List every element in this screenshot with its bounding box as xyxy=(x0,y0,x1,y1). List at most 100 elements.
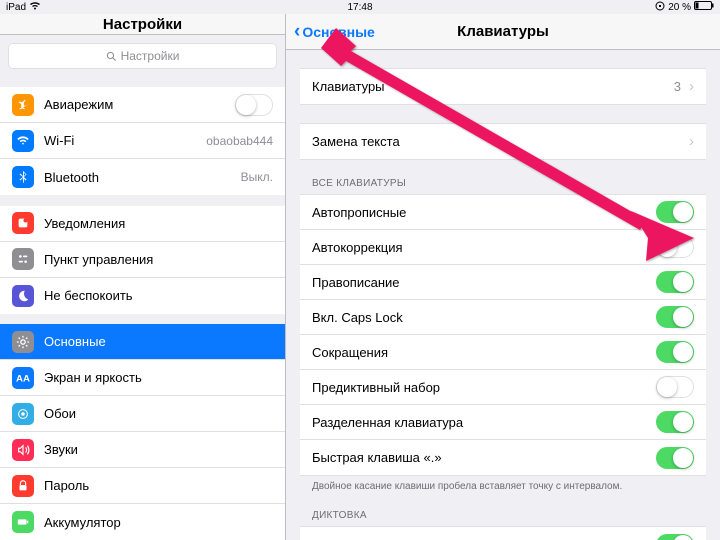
display-icon: AA xyxy=(12,367,34,389)
toggle-row[interactable]: Предиктивный набор xyxy=(300,370,706,405)
sidebar-item-battery[interactable]: Аккумулятор xyxy=(0,504,285,540)
row-label: Предиктивный набор xyxy=(312,380,656,395)
sidebar-item-label: Аккумулятор xyxy=(44,515,273,530)
toggle-row[interactable]: Включить диктовку xyxy=(300,527,706,540)
orientation-lock-icon xyxy=(655,1,665,14)
sidebar-item-wifi[interactable]: Wi-Fi obaobab444 xyxy=(0,123,285,159)
toggle-row[interactable]: Вкл. Caps Lock xyxy=(300,300,706,335)
notifications-icon xyxy=(12,212,34,234)
bluetooth-value: Выкл. xyxy=(241,170,273,184)
sidebar-item-label: Пароль xyxy=(44,478,273,493)
sidebar-item-display[interactable]: AA Экран и яркость xyxy=(0,360,285,396)
row-label: Автокоррекция xyxy=(312,240,656,255)
battery-icon xyxy=(694,1,714,13)
sidebar-item-wallpaper[interactable]: Обои xyxy=(0,396,285,432)
sidebar-item-label: Пункт управления xyxy=(44,252,273,267)
dnd-icon xyxy=(12,285,34,307)
back-button[interactable]: ‹ Основные xyxy=(294,22,375,41)
control-center-icon xyxy=(12,248,34,270)
sidebar-item-dnd[interactable]: Не беспокоить xyxy=(0,278,285,314)
sidebar-item-label: Основные xyxy=(44,334,273,349)
sidebar-item-label: Уведомления xyxy=(44,216,273,231)
passcode-icon xyxy=(12,475,34,497)
search-input[interactable]: Настройки xyxy=(8,43,277,69)
detail-body[interactable]: Клавиатуры 3 › Замена текста › ВСЕ КЛАВИ… xyxy=(286,50,720,540)
sidebar-item-label: Bluetooth xyxy=(44,170,231,185)
wifi-icon xyxy=(12,130,34,152)
row-keyboards[interactable]: Клавиатуры 3 › xyxy=(300,69,706,104)
sidebar-group-general: Основные AA Экран и яркость Обои Звуки П… xyxy=(0,324,285,540)
sidebar-group-connectivity: Авиарежим Wi-Fi obaobab444 Bluetooth Вык… xyxy=(0,87,285,195)
toggle-row[interactable]: Разделенная клавиатура xyxy=(300,405,706,440)
row-label: Разделенная клавиатура xyxy=(312,415,656,430)
toggle[interactable] xyxy=(656,534,694,540)
all-keyboards-list: Автопрописные Автокоррекция Правописание Вк… xyxy=(300,194,706,476)
toggle-row[interactable]: Автопрописные xyxy=(300,195,706,230)
sidebar-item-label: Обои xyxy=(44,406,273,421)
chevron-right-icon: › xyxy=(689,78,694,95)
section-header-all-keyboards: ВСЕ КЛАВИАТУРЫ xyxy=(286,178,720,194)
back-label: Основные xyxy=(302,24,375,40)
row-label: Правописание xyxy=(312,275,656,290)
bluetooth-icon xyxy=(12,166,34,188)
keyboards-count: 3 xyxy=(674,79,681,94)
detail-header: ‹ Основные Клавиатуры xyxy=(286,14,720,50)
row-label: Замена текста xyxy=(312,134,689,149)
section-header-dictation: ДИКТОВКА xyxy=(286,510,720,526)
sidebar-item-label: Звуки xyxy=(44,442,273,457)
wifi-icon xyxy=(29,1,41,13)
toggle-row[interactable]: Правописание xyxy=(300,265,706,300)
toggle[interactable] xyxy=(656,236,694,258)
toggle[interactable] xyxy=(656,341,694,363)
row-label: Вкл. Caps Lock xyxy=(312,310,656,325)
toggle-row[interactable]: Быстрая клавиша «.» xyxy=(300,440,706,475)
toggle[interactable] xyxy=(656,411,694,433)
toggle[interactable] xyxy=(656,201,694,223)
wifi-network-value: obaobab444 xyxy=(206,134,273,148)
row-label: Автопрописные xyxy=(312,205,656,220)
sidebar-title: Настройки xyxy=(0,14,285,35)
wallpaper-icon xyxy=(12,403,34,425)
sidebar-item-sounds[interactable]: Звуки xyxy=(0,432,285,468)
sidebar-group-notifications: Уведомления Пункт управления Не беспокои… xyxy=(0,206,285,314)
sidebar-item-passcode[interactable]: Пароль xyxy=(0,468,285,504)
chevron-right-icon: › xyxy=(689,133,694,150)
section-footer: Двойное касание клавиши пробела вставляе… xyxy=(286,476,720,492)
detail-pane: ‹ Основные Клавиатуры Клавиатуры 3 › Зам… xyxy=(286,14,720,540)
sidebar-item-label: Экран и яркость xyxy=(44,370,273,385)
toggle[interactable] xyxy=(656,271,694,293)
dictation-list: Включить диктовку xyxy=(300,526,706,540)
toggle-row[interactable]: Сокращения xyxy=(300,335,706,370)
settings-sidebar: Настройки Настройки Авиарежим Wi-Fi obao… xyxy=(0,14,286,540)
search-icon xyxy=(106,51,117,62)
sidebar-item-airplane[interactable]: Авиарежим xyxy=(0,87,285,123)
detail-title: Клавиатуры xyxy=(457,23,549,40)
sounds-icon xyxy=(12,439,34,461)
sidebar-item-control-center[interactable]: Пункт управления xyxy=(0,242,285,278)
row-label: Быстрая клавиша «.» xyxy=(312,450,656,465)
toggle[interactable] xyxy=(656,376,694,398)
airplane-toggle[interactable] xyxy=(235,94,273,116)
toggle[interactable] xyxy=(656,447,694,469)
battery-pct: 20 % xyxy=(668,2,691,13)
sidebar-item-label: Авиарежим xyxy=(44,97,225,112)
sidebar-item-general[interactable]: Основные xyxy=(0,324,285,360)
sidebar-item-bluetooth[interactable]: Bluetooth Выкл. xyxy=(0,159,285,195)
chevron-left-icon: ‹ xyxy=(294,22,300,41)
device-name: iPad xyxy=(6,2,26,13)
sidebar-item-label: Не беспокоить xyxy=(44,288,273,303)
sidebar-item-label: Wi-Fi xyxy=(44,133,196,148)
airplane-icon xyxy=(12,94,34,116)
search-placeholder: Настройки xyxy=(121,49,180,63)
toggle-row[interactable]: Автокоррекция xyxy=(300,230,706,265)
gear-icon xyxy=(12,331,34,353)
status-bar: iPad 17:48 20 % xyxy=(0,0,720,14)
search-wrap: Настройки xyxy=(0,35,285,77)
row-label: Клавиатуры xyxy=(312,79,674,94)
battery-icon xyxy=(12,511,34,533)
svg-text:AA: AA xyxy=(16,373,30,384)
sidebar-item-notifications[interactable]: Уведомления xyxy=(0,206,285,242)
row-text-replacement[interactable]: Замена текста › xyxy=(300,124,706,159)
toggle[interactable] xyxy=(656,306,694,328)
row-label: Сокращения xyxy=(312,345,656,360)
